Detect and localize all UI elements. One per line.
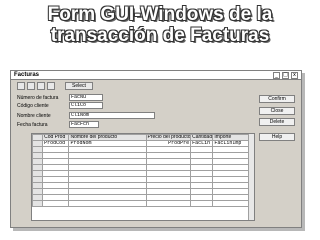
table-row[interactable] bbox=[31, 200, 254, 207]
nombre-cliente-label: Nombre cliente bbox=[17, 113, 51, 119]
slide-title-line-2: transacción de Facturas bbox=[50, 25, 270, 46]
row-selector[interactable] bbox=[31, 200, 44, 207]
fac-lin-cell[interactable]: FacLin bbox=[190, 140, 214, 147]
grid-scrollbar[interactable] bbox=[248, 134, 254, 220]
delete-button[interactable]: Delete bbox=[259, 118, 295, 126]
fecha-factura-field[interactable]: FacFch bbox=[69, 121, 99, 128]
toolbar-first-button[interactable] bbox=[17, 82, 25, 90]
window-titlebar: Facturas _ □ x bbox=[11, 71, 301, 80]
slide-title: Form GUI-Windows de la transacción de Fa… bbox=[0, 4, 320, 46]
empty-cell[interactable] bbox=[190, 200, 214, 207]
slide-title-line-1: Form GUI-Windows de la bbox=[47, 4, 273, 25]
toolbar-prev-button[interactable] bbox=[27, 82, 35, 90]
facturas-window: Facturas _ □ x Select Número de factura … bbox=[10, 70, 302, 228]
codigo-cliente-field[interactable]: CliCo bbox=[69, 102, 103, 109]
maximize-icon[interactable]: □ bbox=[282, 72, 289, 79]
col-precio-producto[interactable]: Precio del producto bbox=[145, 134, 192, 141]
col-cod-prod[interactable]: Cod Prod bbox=[42, 134, 70, 141]
window-title: Facturas bbox=[14, 72, 40, 78]
codigo-cliente-label: Código cliente bbox=[17, 103, 49, 109]
close-button[interactable]: Close bbox=[259, 107, 295, 115]
toolbar-last-button[interactable] bbox=[47, 82, 55, 90]
close-icon[interactable]: x bbox=[291, 72, 298, 79]
confirm-button[interactable]: Confirm bbox=[259, 95, 295, 103]
col-cantidad[interactable]: Cantidad bbox=[190, 134, 214, 141]
empty-cell[interactable] bbox=[145, 200, 192, 207]
help-button[interactable]: Help bbox=[259, 133, 295, 141]
invoice-lines-grid[interactable]: Cod Prod Nombre del producto Precio del … bbox=[31, 133, 255, 221]
numero-factura-label: Número de factura bbox=[17, 95, 59, 101]
numero-factura-field[interactable]: FacNu bbox=[69, 94, 103, 101]
fecha-factura-label: Fecha factura bbox=[17, 122, 48, 128]
empty-cell[interactable] bbox=[42, 200, 70, 207]
toolbar-next-button[interactable] bbox=[37, 82, 45, 90]
select-button[interactable]: Select bbox=[65, 82, 93, 90]
nombre-cliente-field[interactable]: CliNom bbox=[69, 112, 155, 119]
minimize-icon[interactable]: _ bbox=[273, 72, 280, 79]
empty-cell[interactable] bbox=[68, 200, 147, 207]
prod-cod-cell[interactable]: ProdCod bbox=[42, 140, 70, 147]
